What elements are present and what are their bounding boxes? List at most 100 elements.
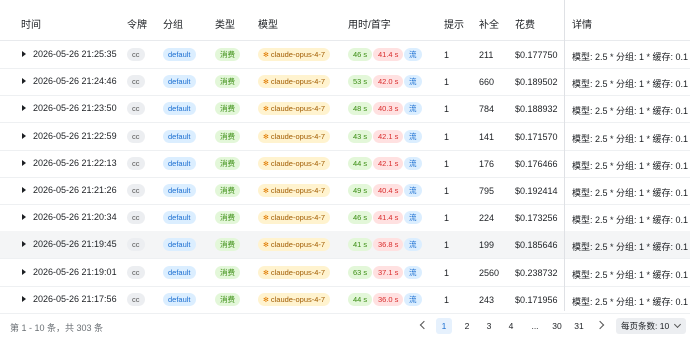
prev-page-chevron-icon[interactable] xyxy=(419,320,429,330)
col-group-header: 分组 xyxy=(163,20,183,31)
row-cost: $0.171956 xyxy=(515,294,558,305)
table-row[interactable]: 2026-05-26 21:17:56 cc default 消费 ✻ claude-op… xyxy=(0,286,690,314)
type-badge: 消费 xyxy=(215,184,240,197)
page-4-button[interactable]: 4 xyxy=(503,318,519,334)
expand-caret-icon[interactable] xyxy=(22,159,26,166)
model-badge[interactable]: ✻ claude-opus-4-7 xyxy=(258,238,331,252)
table-row[interactable]: 2026-05-26 21:25:35 cc default 消费 ✻ claude-op… xyxy=(0,41,690,69)
page-size-select[interactable]: 每页条数: 10 xyxy=(616,318,686,334)
model-badge[interactable]: ✻ claude-opus-4-7 xyxy=(258,265,331,279)
row-hint: 1 xyxy=(444,158,450,169)
model-badge[interactable]: ✻ claude-opus-4-7 xyxy=(258,75,331,89)
model-logo-icon: ✻ xyxy=(263,188,269,195)
row-hint: 1 xyxy=(444,213,450,224)
first-token-badge: 42.0 s xyxy=(373,75,404,89)
row-completion: 243 xyxy=(479,294,495,305)
first-token-badge: 42.1 s xyxy=(373,156,404,170)
model-name: claude-opus-4-7 xyxy=(270,131,326,141)
group-badge: default xyxy=(163,156,196,170)
token-badge: cc xyxy=(127,211,145,225)
page-3-button[interactable]: 3 xyxy=(481,318,497,334)
model-logo-icon: ✻ xyxy=(263,52,269,59)
model-badge[interactable]: ✻ claude-opus-4-7 xyxy=(258,129,331,143)
page-30-button[interactable]: 30 xyxy=(549,318,565,334)
expand-caret-icon[interactable] xyxy=(22,214,26,221)
model-badge[interactable]: ✻ claude-opus-4-7 xyxy=(258,48,331,61)
duration-badge: 53 s xyxy=(348,75,373,89)
row-cost: $0.188932 xyxy=(515,104,558,115)
col-timing-header: 用时/首字 xyxy=(348,20,391,31)
model-badge[interactable]: ✻ claude-opus-4-7 xyxy=(258,156,331,170)
pagination-bar: 第 1 - 10 条，共 303 条 1 2 3 4 ... 30 31 每页条… xyxy=(0,313,690,338)
expand-caret-icon[interactable] xyxy=(22,105,26,112)
token-badge: cc xyxy=(127,48,145,61)
model-logo-icon: ✻ xyxy=(263,269,269,277)
expand-caret-icon[interactable] xyxy=(22,241,26,248)
page-31-button[interactable]: 31 xyxy=(571,318,587,334)
token-badge: cc xyxy=(127,156,145,170)
table-row[interactable]: 2026-05-26 21:24:46 cc default 消费 ✻ claude-op… xyxy=(0,68,690,97)
model-name: claude-opus-4-7 xyxy=(270,186,326,195)
table-row[interactable]: 2026-05-26 21:22:13 cc default 消费 ✻ claude-op… xyxy=(0,150,690,178)
expand-caret-icon[interactable] xyxy=(22,268,26,275)
row-time: 2026-05-26 21:21:26 xyxy=(33,185,117,195)
type-badge: 消费 xyxy=(215,211,240,225)
page-ellipsis: ... xyxy=(531,321,539,331)
model-badge[interactable]: ✻ claude-opus-4-7 xyxy=(258,211,331,225)
model-badge[interactable]: ✻ claude-opus-4-7 xyxy=(258,102,331,116)
model-logo-icon: ✻ xyxy=(263,215,269,223)
row-time: 2026-05-26 21:19:01 xyxy=(33,266,117,277)
first-token-badge: 36.8 s xyxy=(373,238,404,252)
row-detail: 模型: 2.5 * 分组: 1 * 缓存: 0.1 xyxy=(572,188,689,198)
row-cost: $0.238732 xyxy=(515,267,558,278)
token-badge: cc xyxy=(127,184,145,197)
expand-caret-icon[interactable] xyxy=(22,132,26,139)
token-badge: cc xyxy=(127,292,145,306)
row-completion: 2560 xyxy=(479,267,500,278)
type-badge: 消费 xyxy=(215,102,240,116)
table-row[interactable]: 2026-05-26 21:19:45 cc default 消费 ✻ claude-op… xyxy=(0,231,690,260)
model-badge[interactable]: ✻ claude-opus-4-7 xyxy=(258,184,331,197)
table-row[interactable]: 2026-05-26 21:22:59 cc default 消费 ✻ claude-op… xyxy=(0,123,690,151)
stream-badge: 流 xyxy=(404,48,422,61)
table-row[interactable]: 2026-05-26 21:20:34 cc default 消费 ✻ claude-op… xyxy=(0,204,690,233)
page-1-button[interactable]: 1 xyxy=(436,318,452,334)
table-row[interactable]: 2026-05-26 21:21:26 cc default 消费 ✻ claude-op… xyxy=(0,177,690,205)
row-time: 2026-05-26 21:25:35 xyxy=(33,49,117,59)
expand-caret-icon[interactable] xyxy=(22,295,26,302)
table-row[interactable]: 2026-05-26 21:23:50 cc default 消费 ✻ claude-op… xyxy=(0,95,690,124)
duration-badge: 46 s xyxy=(348,48,373,61)
row-hint: 1 xyxy=(444,240,450,251)
table-row[interactable]: 2026-05-26 21:19:01 cc default 消费 ✻ claude-op… xyxy=(0,259,690,287)
col-token-header: 令牌 xyxy=(127,20,147,31)
row-detail: 模型: 2.5 * 分组: 1 * 缓存: 0.1 xyxy=(572,269,689,280)
expand-caret-icon[interactable] xyxy=(22,78,26,85)
type-badge: 消费 xyxy=(215,238,240,252)
model-logo-icon: ✻ xyxy=(263,296,269,304)
row-hint: 1 xyxy=(444,77,450,88)
expand-caret-icon[interactable] xyxy=(22,51,26,57)
row-detail: 模型: 2.5 * 分组: 1 * 缓存: 0.1 xyxy=(572,133,689,144)
expand-caret-icon[interactable] xyxy=(22,187,26,193)
col-time-header[interactable]: 时间 xyxy=(21,16,41,31)
group-badge: default xyxy=(163,211,196,225)
page-2-button[interactable]: 2 xyxy=(459,318,475,334)
group-badge: default xyxy=(163,184,196,197)
row-detail: 模型: 2.5 * 分组: 1 * 缓存: 0.1 xyxy=(572,242,689,253)
next-page-chevron-icon[interactable] xyxy=(595,320,605,330)
stream-badge: 流 xyxy=(404,102,422,116)
col-hint-header: 提示 xyxy=(444,20,464,31)
model-name: claude-opus-4-7 xyxy=(270,50,326,59)
type-badge: 消费 xyxy=(215,48,240,61)
model-logo-icon: ✻ xyxy=(263,79,269,87)
row-completion: 141 xyxy=(479,131,495,142)
row-hint: 1 xyxy=(444,186,450,196)
model-badge[interactable]: ✻ claude-opus-4-7 xyxy=(258,292,331,306)
type-badge: 消费 xyxy=(215,292,240,306)
type-badge: 消费 xyxy=(215,156,240,170)
row-cost: $0.177750 xyxy=(515,50,558,60)
duration-badge: 44 s xyxy=(348,156,373,170)
row-cost: $0.192414 xyxy=(515,186,558,196)
row-cost: $0.189502 xyxy=(515,77,558,88)
group-badge: default xyxy=(163,75,196,89)
